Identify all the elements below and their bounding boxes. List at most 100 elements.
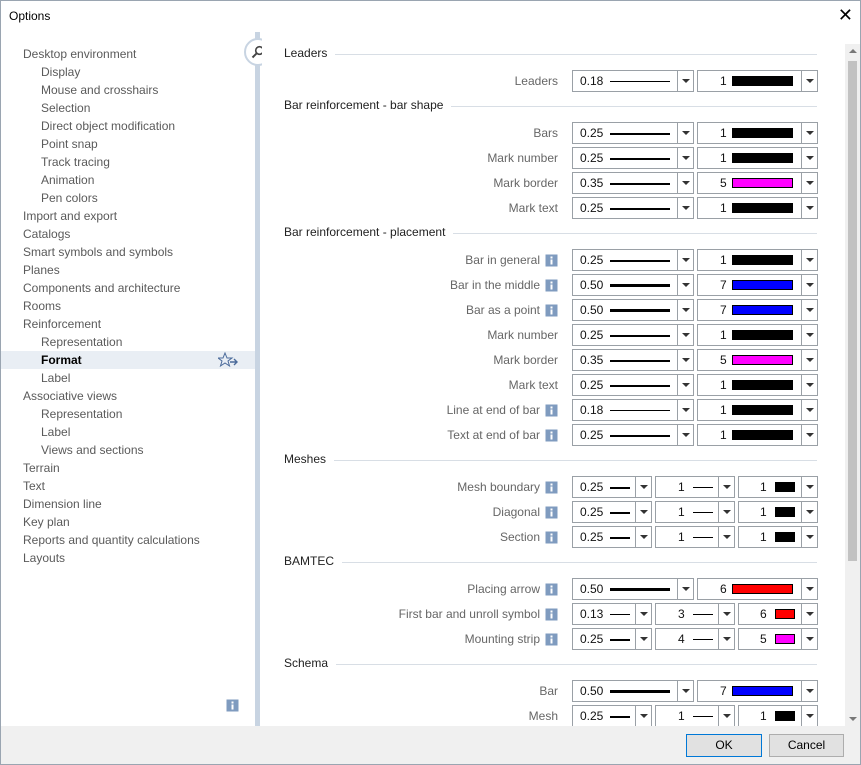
favorite-star-icon[interactable] [216, 351, 238, 368]
thickness-select[interactable]: 0.13 [572, 603, 652, 625]
chevron-down-icon[interactable] [801, 706, 817, 726]
tree-item[interactable]: Label [0, 423, 256, 441]
chevron-down-icon[interactable] [677, 325, 693, 345]
pen-color-select[interactable]: 1 [697, 424, 818, 446]
thickness-select[interactable]: 0.25 [572, 324, 694, 346]
tree-item[interactable]: Format [0, 351, 256, 369]
chevron-down-icon[interactable] [677, 400, 693, 420]
pen-color-select[interactable]: 1 [697, 324, 818, 346]
pen-color-select[interactable]: 1 [738, 476, 818, 498]
chevron-down-icon[interactable] [801, 123, 817, 143]
chevron-down-icon[interactable] [801, 579, 817, 599]
chevron-down-icon[interactable] [801, 477, 817, 497]
tree-item[interactable]: Direct object modification [0, 117, 256, 135]
vertical-scrollbar[interactable] [845, 44, 860, 726]
thickness-select[interactable]: 0.18 [572, 70, 694, 92]
line-type-select[interactable]: 1 [655, 705, 735, 726]
info-icon[interactable] [545, 304, 558, 317]
close-icon[interactable]: ✕ [838, 5, 853, 25]
chevron-down-icon[interactable] [801, 375, 817, 395]
tree-item[interactable]: Selection [0, 99, 256, 117]
pen-color-select[interactable]: 5 [697, 349, 818, 371]
splitter[interactable] [255, 32, 260, 726]
thickness-select[interactable]: 0.50 [572, 274, 694, 296]
tree-item[interactable]: Point snap [0, 135, 256, 153]
pen-color-select[interactable]: 1 [697, 197, 818, 219]
chevron-down-icon[interactable] [801, 502, 817, 522]
pen-color-select[interactable]: 7 [697, 299, 818, 321]
chevron-down-icon[interactable] [677, 425, 693, 445]
chevron-down-icon[interactable] [801, 527, 817, 547]
thickness-select[interactable]: 0.25 [572, 705, 652, 726]
chevron-down-icon[interactable] [718, 502, 734, 522]
pen-color-select[interactable]: 1 [738, 705, 818, 726]
chevron-down-icon[interactable] [635, 604, 651, 624]
chevron-down-icon[interactable] [635, 527, 651, 547]
chevron-down-icon[interactable] [801, 400, 817, 420]
thickness-select[interactable]: 0.25 [572, 122, 694, 144]
thickness-select[interactable]: 0.18 [572, 399, 694, 421]
thickness-select[interactable]: 0.50 [572, 578, 694, 600]
chevron-down-icon[interactable] [801, 300, 817, 320]
scroll-down-icon[interactable] [845, 712, 860, 726]
thickness-select[interactable]: 0.25 [572, 249, 694, 271]
pen-color-select[interactable]: 1 [738, 526, 818, 548]
pen-color-select[interactable]: 1 [697, 70, 818, 92]
tree-info-icon[interactable] [226, 699, 239, 712]
tree-item[interactable]: Label [0, 369, 256, 387]
chevron-down-icon[interactable] [677, 71, 693, 91]
tree-item[interactable]: Associative views [0, 387, 256, 405]
tree-item[interactable]: Views and sections [0, 441, 256, 459]
chevron-down-icon[interactable] [635, 502, 651, 522]
tree-item[interactable]: Pen colors [0, 189, 256, 207]
chevron-down-icon[interactable] [677, 148, 693, 168]
chevron-down-icon[interactable] [677, 375, 693, 395]
line-type-select[interactable]: 1 [655, 526, 735, 548]
thickness-select[interactable]: 0.25 [572, 197, 694, 219]
tree-item[interactable]: Reinforcement [0, 315, 256, 333]
chevron-down-icon[interactable] [677, 123, 693, 143]
pen-color-select[interactable]: 5 [738, 628, 818, 650]
cancel-button[interactable]: Cancel [769, 734, 844, 757]
tree-item[interactable]: Desktop environment [0, 45, 256, 63]
chevron-down-icon[interactable] [801, 198, 817, 218]
chevron-down-icon[interactable] [718, 604, 734, 624]
thickness-select[interactable]: 0.50 [572, 299, 694, 321]
chevron-down-icon[interactable] [677, 173, 693, 193]
pen-color-select[interactable]: 5 [697, 172, 818, 194]
chevron-down-icon[interactable] [677, 275, 693, 295]
tree-item[interactable]: Representation [0, 333, 256, 351]
thickness-select[interactable]: 0.35 [572, 349, 694, 371]
info-icon[interactable] [545, 254, 558, 267]
tree-item[interactable]: Terrain [0, 459, 256, 477]
info-icon[interactable] [545, 429, 558, 442]
tree-item[interactable]: Representation [0, 405, 256, 423]
chevron-down-icon[interactable] [677, 300, 693, 320]
chevron-down-icon[interactable] [635, 629, 651, 649]
pen-color-select[interactable]: 7 [697, 274, 818, 296]
chevron-down-icon[interactable] [718, 477, 734, 497]
chevron-down-icon[interactable] [677, 350, 693, 370]
thickness-select[interactable]: 0.25 [572, 147, 694, 169]
tree-item[interactable]: Rooms [0, 297, 256, 315]
line-type-select[interactable]: 4 [655, 628, 735, 650]
line-type-select[interactable]: 1 [655, 476, 735, 498]
info-icon[interactable] [545, 583, 558, 596]
thickness-select[interactable]: 0.25 [572, 628, 652, 650]
thickness-select[interactable]: 0.25 [572, 476, 652, 498]
tree-item[interactable]: Display [0, 63, 256, 81]
info-icon[interactable] [545, 279, 558, 292]
chevron-down-icon[interactable] [801, 250, 817, 270]
chevron-down-icon[interactable] [635, 477, 651, 497]
info-icon[interactable] [545, 481, 558, 494]
chevron-down-icon[interactable] [801, 71, 817, 91]
info-icon[interactable] [545, 404, 558, 417]
thickness-select[interactable]: 0.25 [572, 526, 652, 548]
thickness-select[interactable]: 0.25 [572, 424, 694, 446]
chevron-down-icon[interactable] [677, 579, 693, 599]
info-icon[interactable] [545, 608, 558, 621]
tree-item[interactable]: Components and architecture [0, 279, 256, 297]
chevron-down-icon[interactable] [718, 706, 734, 726]
tree-item[interactable]: Import and export [0, 207, 256, 225]
tree-item[interactable]: Text [0, 477, 256, 495]
